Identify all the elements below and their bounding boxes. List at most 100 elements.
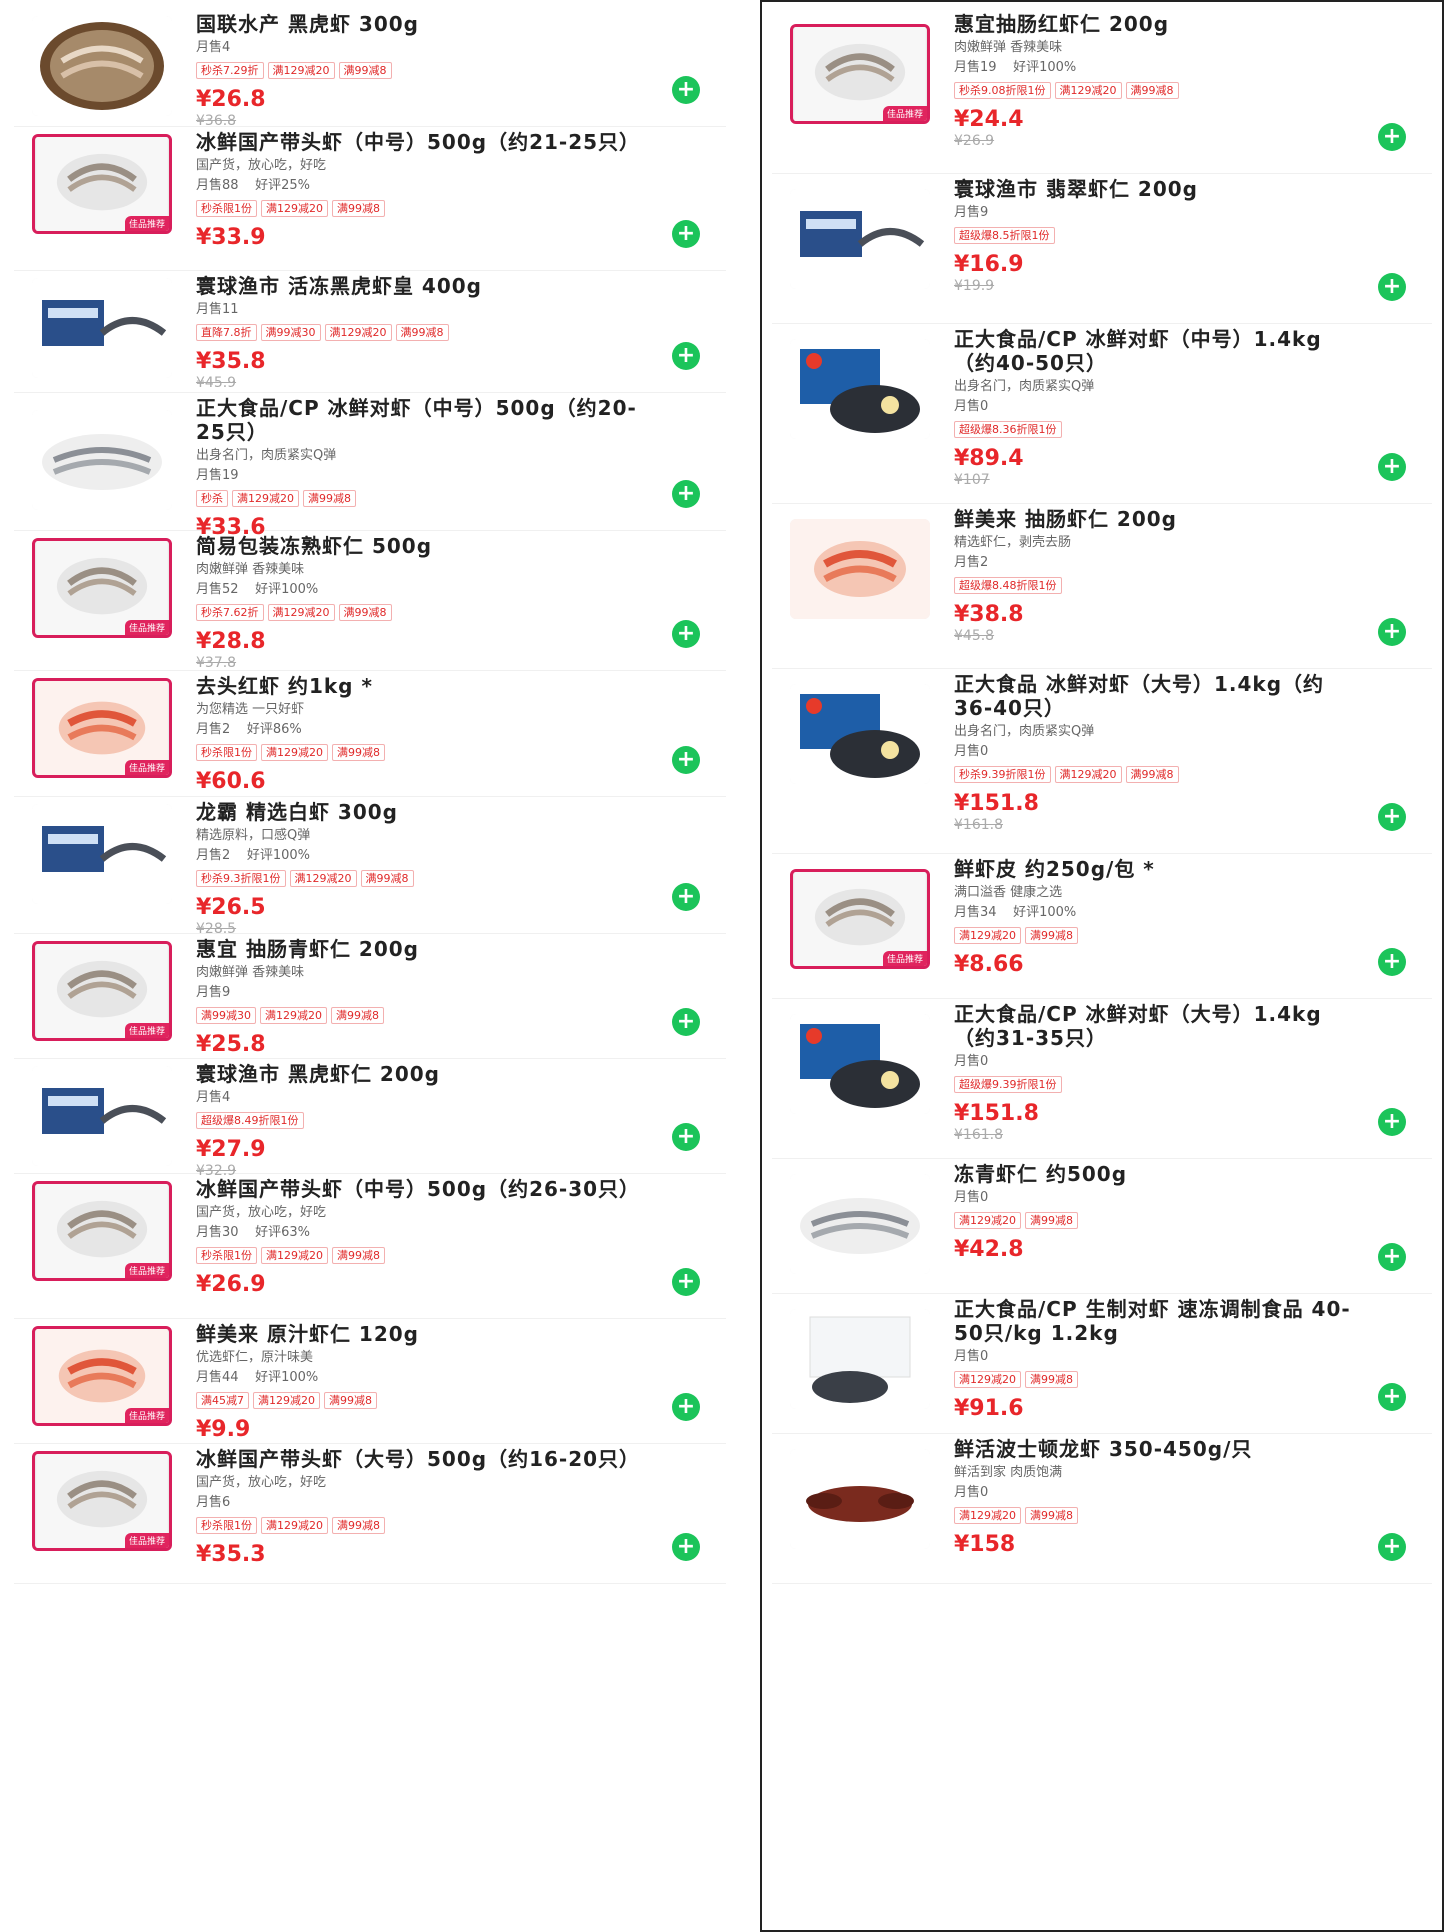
promo-tag[interactable]: 秒杀限1份: [196, 200, 257, 217]
add-to-cart-button[interactable]: +: [672, 1393, 700, 1421]
product-title[interactable]: 简易包装冻熟虾仁 500g: [196, 534, 656, 558]
add-to-cart-button[interactable]: +: [672, 620, 700, 648]
add-to-cart-button[interactable]: +: [672, 883, 700, 911]
product-title[interactable]: 寰球渔市 活冻黑虎虾皇 400g: [196, 274, 656, 298]
promo-tag[interactable]: 满129减20: [260, 1007, 327, 1024]
promo-tag[interactable]: 超级爆9.39折限1份: [954, 1076, 1062, 1093]
product-image[interactable]: [790, 1014, 930, 1114]
product-image[interactable]: 佳品推荐: [32, 941, 172, 1041]
product-card[interactable]: 正大食品/CP 冰鲜对虾（中号）500g（约20-25只） 出身名门，肉质紧实Q弹…: [14, 392, 726, 540]
product-title[interactable]: 惠宜抽肠红虾仁 200g: [954, 12, 1362, 36]
promo-tag[interactable]: 满99减30: [196, 1007, 256, 1024]
add-to-cart-button[interactable]: +: [672, 76, 700, 104]
promo-tag[interactable]: 满129减20: [261, 1247, 328, 1264]
product-card[interactable]: 佳品推荐 简易包装冻熟虾仁 500g 肉嫩鲜弹 香辣美味 月售52 好评100% 秒杀7…: [14, 530, 726, 671]
product-card[interactable]: 鲜活波士顿龙虾 350-450g/只 鲜活到家 肉质饱满 月售0 满129减20 满99…: [772, 1433, 1432, 1584]
promo-tag[interactable]: 超级爆8.36折限1份: [954, 421, 1062, 438]
promo-tag[interactable]: 超级爆8.49折限1份: [196, 1112, 304, 1129]
product-title[interactable]: 国联水产 黑虎虾 300g: [196, 12, 656, 36]
product-title[interactable]: 正大食品/CP 生制对虾 速冻调制食品 40-50只/kg 1.2kg: [954, 1297, 1362, 1345]
promo-tag[interactable]: 满99减8: [1025, 1507, 1078, 1524]
promo-tag[interactable]: 满99减8: [332, 200, 385, 217]
product-image[interactable]: [32, 410, 172, 510]
product-title[interactable]: 冰鲜国产带头虾（中号）500g（约21-25只）: [196, 130, 656, 154]
promo-tag[interactable]: 满129减20: [954, 1507, 1021, 1524]
promo-tag[interactable]: 满99减8: [1125, 766, 1179, 783]
product-image[interactable]: 佳品推荐: [790, 869, 930, 969]
promo-tag[interactable]: 满99减8: [338, 604, 392, 621]
add-to-cart-button[interactable]: +: [1378, 803, 1406, 831]
product-title[interactable]: 正大食品/CP 冰鲜对虾（中号）1.4kg（约40-50只）: [954, 327, 1362, 375]
add-to-cart-button[interactable]: +: [1378, 948, 1406, 976]
promo-tag[interactable]: 秒杀9.08折限1份: [954, 82, 1051, 99]
product-title[interactable]: 冰鲜国产带头虾（大号）500g（约16-20只）: [196, 1447, 656, 1471]
product-image[interactable]: 佳品推荐: [32, 1326, 172, 1426]
product-image[interactable]: [790, 339, 930, 439]
promo-tag[interactable]: 秒杀限1份: [196, 1247, 257, 1264]
promo-tag[interactable]: 秒杀9.3折限1份: [196, 870, 286, 887]
promo-tag[interactable]: 满129减20: [267, 62, 335, 79]
product-card[interactable]: 佳品推荐 冰鲜国产带头虾（中号）500g（约21-25只） 国产货，放心吃，好吃 月售…: [14, 126, 726, 271]
product-card[interactable]: 龙霸 精选白虾 300g 精选原料，口感Q弹 月售2 好评100% 秒杀9.3折限1份…: [14, 796, 726, 937]
promo-tag[interactable]: 秒杀: [196, 490, 228, 507]
product-card[interactable]: 佳品推荐 冰鲜国产带头虾（中号）500g（约26-30只） 国产货，放心吃，好吃 月售…: [14, 1173, 726, 1319]
promo-tag[interactable]: 满129减20: [289, 870, 357, 887]
add-to-cart-button[interactable]: +: [1378, 1243, 1406, 1271]
promo-tag[interactable]: 超级爆8.48折限1份: [954, 577, 1062, 594]
add-to-cart-button[interactable]: +: [1378, 123, 1406, 151]
product-card[interactable]: 佳品推荐 鲜虾皮 约250g/包 * 满口溢香 健康之选 月售34 好评100% 满12…: [772, 853, 1432, 999]
add-to-cart-button[interactable]: +: [1378, 1383, 1406, 1411]
add-to-cart-button[interactable]: +: [672, 342, 700, 370]
product-card[interactable]: 鲜美来 抽肠虾仁 200g 精选虾仁，剥壳去肠 月售2 超级爆8.48折限1份 ¥38.…: [772, 503, 1432, 669]
product-image[interactable]: 佳品推荐: [32, 134, 172, 234]
product-card[interactable]: 寰球渔市 黑虎虾仁 200g 月售4 超级爆8.49折限1份 ¥27.9 ¥32.9 +: [14, 1058, 726, 1179]
product-image[interactable]: 佳品推荐: [32, 538, 172, 638]
promo-tag[interactable]: 满129减20: [253, 1392, 320, 1409]
product-image[interactable]: [790, 189, 930, 289]
product-card[interactable]: 国联水产 黑虎虾 300g 月售4 秒杀7.29折 满129减20 满99减8 ¥26.8…: [14, 8, 726, 129]
product-title[interactable]: 鲜活波士顿龙虾 350-450g/只: [954, 1437, 1362, 1461]
add-to-cart-button[interactable]: +: [1378, 1533, 1406, 1561]
promo-tag[interactable]: 满129减20: [261, 1517, 328, 1534]
add-to-cart-button[interactable]: +: [1378, 618, 1406, 646]
product-card[interactable]: 正大食品 冰鲜对虾（大号）1.4kg（约36-40只） 出身名门，肉质紧实Q弹 月售…: [772, 668, 1432, 854]
add-to-cart-button[interactable]: +: [672, 746, 700, 774]
product-title[interactable]: 冻青虾仁 约500g: [954, 1162, 1362, 1186]
promo-tag[interactable]: 满129减20: [1054, 82, 1122, 99]
promo-tag[interactable]: 满45减7: [196, 1392, 249, 1409]
add-to-cart-button[interactable]: +: [1378, 273, 1406, 301]
promo-tag[interactable]: 满99减8: [360, 870, 414, 887]
product-title[interactable]: 冰鲜国产带头虾（中号）500g（约26-30只）: [196, 1177, 656, 1201]
add-to-cart-button[interactable]: +: [672, 1123, 700, 1151]
product-image[interactable]: [790, 519, 930, 619]
product-image[interactable]: [32, 1066, 172, 1166]
product-card[interactable]: 正大食品/CP 冰鲜对虾（中号）1.4kg（约40-50只） 出身名门，肉质紧实Q…: [772, 323, 1432, 504]
product-title[interactable]: 鲜美来 抽肠虾仁 200g: [954, 507, 1362, 531]
product-card[interactable]: 寰球渔市 活冻黑虎虾皇 400g 月售11 直降7.8折 满99减30 满129减20 满…: [14, 270, 726, 393]
promo-tag[interactable]: 超级爆8.5折限1份: [954, 227, 1055, 244]
product-image[interactable]: [790, 1449, 930, 1549]
promo-tag[interactable]: 秒杀限1份: [196, 1517, 257, 1534]
promo-tag[interactable]: 秒杀9.39折限1份: [954, 766, 1051, 783]
promo-tag[interactable]: 满129减20: [232, 490, 299, 507]
add-to-cart-button[interactable]: +: [672, 1533, 700, 1561]
product-card[interactable]: 佳品推荐 去头红虾 约1kg * 为您精选 一只好虾 月售2 好评86% 秒杀限1份 满1…: [14, 670, 726, 797]
product-title[interactable]: 正大食品/CP 冰鲜对虾（大号）1.4kg（约31-35只）: [954, 1002, 1362, 1050]
product-image[interactable]: [790, 684, 930, 784]
promo-tag[interactable]: 秒杀限1份: [196, 744, 257, 761]
product-image[interactable]: [32, 804, 172, 904]
product-image[interactable]: 佳品推荐: [32, 1451, 172, 1551]
product-title[interactable]: 正大食品/CP 冰鲜对虾（中号）500g（约20-25只）: [196, 396, 656, 444]
add-to-cart-button[interactable]: +: [672, 1268, 700, 1296]
product-image[interactable]: [790, 1309, 930, 1409]
product-title[interactable]: 龙霸 精选白虾 300g: [196, 800, 656, 824]
promo-tag[interactable]: 满99减8: [303, 490, 356, 507]
promo-tag[interactable]: 满129减20: [267, 604, 335, 621]
product-card[interactable]: 正大食品/CP 冰鲜对虾（大号）1.4kg（约31-35只） 月售0 超级爆9.39…: [772, 998, 1432, 1159]
product-title[interactable]: 正大食品 冰鲜对虾（大号）1.4kg（约36-40只）: [954, 672, 1362, 720]
promo-tag[interactable]: 满129减20: [954, 1212, 1021, 1229]
promo-tag[interactable]: 满99减8: [338, 62, 392, 79]
product-image[interactable]: [790, 1174, 930, 1274]
promo-tag[interactable]: 满99减8: [332, 1247, 385, 1264]
product-card[interactable]: 寰球渔市 翡翠虾仁 200g 月售9 超级爆8.5折限1份 ¥16.9 ¥19.9 +: [772, 173, 1432, 324]
